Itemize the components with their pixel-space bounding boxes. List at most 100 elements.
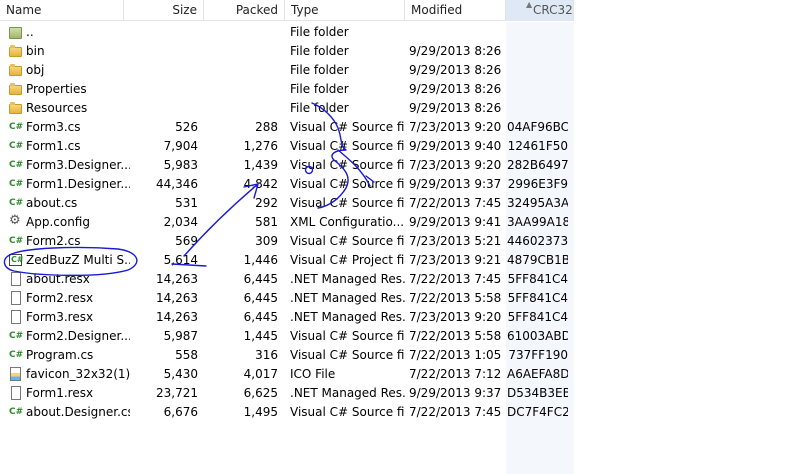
resx-file-icon	[9, 291, 23, 305]
cell-size	[130, 42, 198, 61]
cell-name: App.config	[26, 215, 90, 229]
updir-icon	[9, 25, 23, 39]
table-row[interactable]: C# Form3.Designer.... 5,983 1,439 Visual C# …	[0, 156, 574, 175]
cell-size	[130, 80, 198, 99]
cell-packed: 6,625	[243, 386, 278, 400]
cell-modified: 7/22/2013 7:45 ...	[409, 272, 501, 286]
cell-crc: 5FF841C4	[507, 272, 568, 286]
table-row[interactable]: bin File folder 9/29/2013 8:26 ...	[0, 42, 574, 61]
cell-crc	[507, 42, 568, 61]
cell-name: Program.cs	[26, 348, 94, 362]
cell-packed	[205, 42, 278, 61]
table-row[interactable]: .. File folder	[0, 23, 574, 42]
cell-crc: D534B3EB	[507, 386, 568, 400]
cell-type: .NET Managed Res...	[290, 386, 405, 400]
folder-icon	[9, 63, 23, 77]
cell-modified	[409, 23, 501, 42]
cell-size: 2,034	[163, 215, 198, 229]
csharp-file-icon: C#	[9, 350, 24, 360]
column-header-bar: Name Size Packed Type Modified CRC32 ▲	[0, 0, 574, 22]
csharp-file-icon: C#	[9, 236, 24, 246]
cell-type: .NET Managed Res...	[290, 291, 405, 305]
table-row[interactable]: C# ZedBuzZ Multi S... 5,614 1,446 Visual C# …	[0, 251, 574, 270]
cell-type: File folder	[290, 25, 349, 39]
table-row[interactable]: Resources File folder 9/29/2013 8:26 ...	[0, 99, 574, 118]
table-row[interactable]: Form1.resx 23,721 6,625 .NET Managed Res...…	[0, 384, 574, 403]
cell-name: about.Designer.cs	[26, 405, 130, 419]
column-header-size[interactable]: Size	[124, 0, 204, 21]
cell-modified: 7/22/2013 5:58 ...	[409, 291, 501, 305]
column-header-packed[interactable]: Packed	[204, 0, 285, 21]
cell-type: Visual C# Source file	[290, 405, 405, 419]
cell-size: 526	[175, 120, 198, 134]
cell-type: Visual C# Source file	[290, 329, 405, 343]
cell-size	[130, 23, 198, 42]
cell-packed: 288	[255, 120, 278, 134]
cell-crc: 61003ABD	[507, 329, 568, 343]
table-row[interactable]: C# Form2.cs 569 309 Visual C# Source file 7/2…	[0, 232, 574, 251]
csharp-file-icon: C#	[9, 179, 24, 189]
csharp-file-icon: C#	[9, 198, 24, 208]
table-row[interactable]: C# about.cs 531 292 Visual C# Source file 7/2…	[0, 194, 574, 213]
table-row[interactable]: C# Form2.Designer.... 5,987 1,445 Visual C# …	[0, 327, 574, 346]
cell-type: Visual C# Source file	[290, 177, 405, 191]
cell-packed: 1,495	[243, 405, 278, 419]
cell-modified: 9/29/2013 8:26 ...	[409, 82, 501, 96]
cell-name: Properties	[26, 82, 87, 96]
cell-modified: 9/29/2013 8:26 ...	[409, 63, 501, 77]
cell-type: Visual C# Source file	[290, 120, 405, 134]
table-row[interactable]: Form2.resx 14,263 6,445 .NET Managed Res...…	[0, 289, 574, 308]
cell-type: Visual C# Source file	[290, 139, 405, 153]
table-row[interactable]: C# Form3.cs 526 288 Visual C# Source file 7/2…	[0, 118, 574, 137]
cell-packed: 6,445	[243, 310, 278, 324]
cell-size: 7,904	[163, 139, 198, 153]
cell-type: Visual C# Source file	[290, 234, 405, 248]
cell-modified: 9/29/2013 9:40 ...	[409, 139, 501, 153]
csharp-file-icon: C#	[9, 122, 24, 132]
cell-size: 569	[175, 234, 198, 248]
column-header-modified[interactable]: Modified	[405, 0, 506, 21]
table-row[interactable]: C# Form1.Designer.... 44,346 4,842 Visual C#…	[0, 175, 574, 194]
cell-modified: 7/23/2013 5:21 ...	[409, 234, 501, 248]
cell-name: Form3.cs	[26, 120, 81, 134]
csharp-file-icon: C#	[9, 407, 24, 417]
cell-size: 14,263	[156, 272, 198, 286]
cell-modified: 9/29/2013 9:37 ...	[409, 386, 501, 400]
cell-type: .NET Managed Res...	[290, 272, 405, 286]
cell-size: 14,263	[156, 310, 198, 324]
cell-crc: 3AA99A18	[507, 215, 568, 229]
cell-name: Form2.cs	[26, 234, 81, 248]
table-row[interactable]: C# about.Designer.cs 6,676 1,495 Visual C# S…	[0, 403, 574, 422]
cell-name: Form2.resx	[26, 291, 94, 305]
column-header-name[interactable]: Name	[0, 0, 124, 21]
cell-crc	[507, 23, 568, 42]
table-row[interactable]: obj File folder 9/29/2013 8:26 ...	[0, 61, 574, 80]
table-row[interactable]: Properties File folder 9/29/2013 8:26 ...	[0, 80, 574, 99]
table-row[interactable]: favicon_32x32(1)... 5,430 4,017 ICO File 7/2…	[0, 365, 574, 384]
cell-size	[130, 99, 198, 118]
table-row[interactable]: C# Program.cs 558 316 Visual C# Source file 7…	[0, 346, 574, 365]
csharp-project-icon: C#	[9, 253, 24, 267]
cell-crc: 5FF841C4	[507, 310, 568, 324]
table-row[interactable]: about.resx 14,263 6,445 .NET Managed Res...…	[0, 270, 574, 289]
table-row[interactable]: C# Form1.cs 7,904 1,276 Visual C# Source fil…	[0, 137, 574, 156]
cell-size: 558	[175, 348, 198, 362]
table-row[interactable]: Form3.resx 14,263 6,445 .NET Managed Res...…	[0, 308, 574, 327]
cell-modified: 7/22/2013 7:12 ...	[409, 367, 501, 381]
cell-name: ZedBuzZ Multi S...	[26, 253, 130, 267]
cell-packed: 1,446	[243, 253, 278, 267]
column-header-type[interactable]: Type	[285, 0, 405, 21]
cell-name: bin	[26, 44, 45, 58]
cell-crc: 2996E3F9	[507, 177, 568, 191]
table-row[interactable]: App.config 2,034 581 XML Configuratio... 9/2…	[0, 213, 574, 232]
column-header-crc[interactable]: CRC32	[506, 0, 574, 21]
cell-name: about.resx	[26, 272, 90, 286]
cell-crc: 282B6497	[507, 158, 568, 172]
sort-ascending-icon: ▲	[526, 0, 533, 9]
cell-modified: 9/29/2013 8:26 ...	[409, 101, 501, 115]
cell-crc: 44602373	[507, 234, 568, 248]
cell-name: Form3.Designer....	[26, 158, 130, 172]
cell-name: favicon_32x32(1)...	[26, 367, 130, 381]
cell-crc: 4879CB1B	[507, 253, 568, 267]
cell-crc: 32495A3A	[507, 196, 568, 210]
